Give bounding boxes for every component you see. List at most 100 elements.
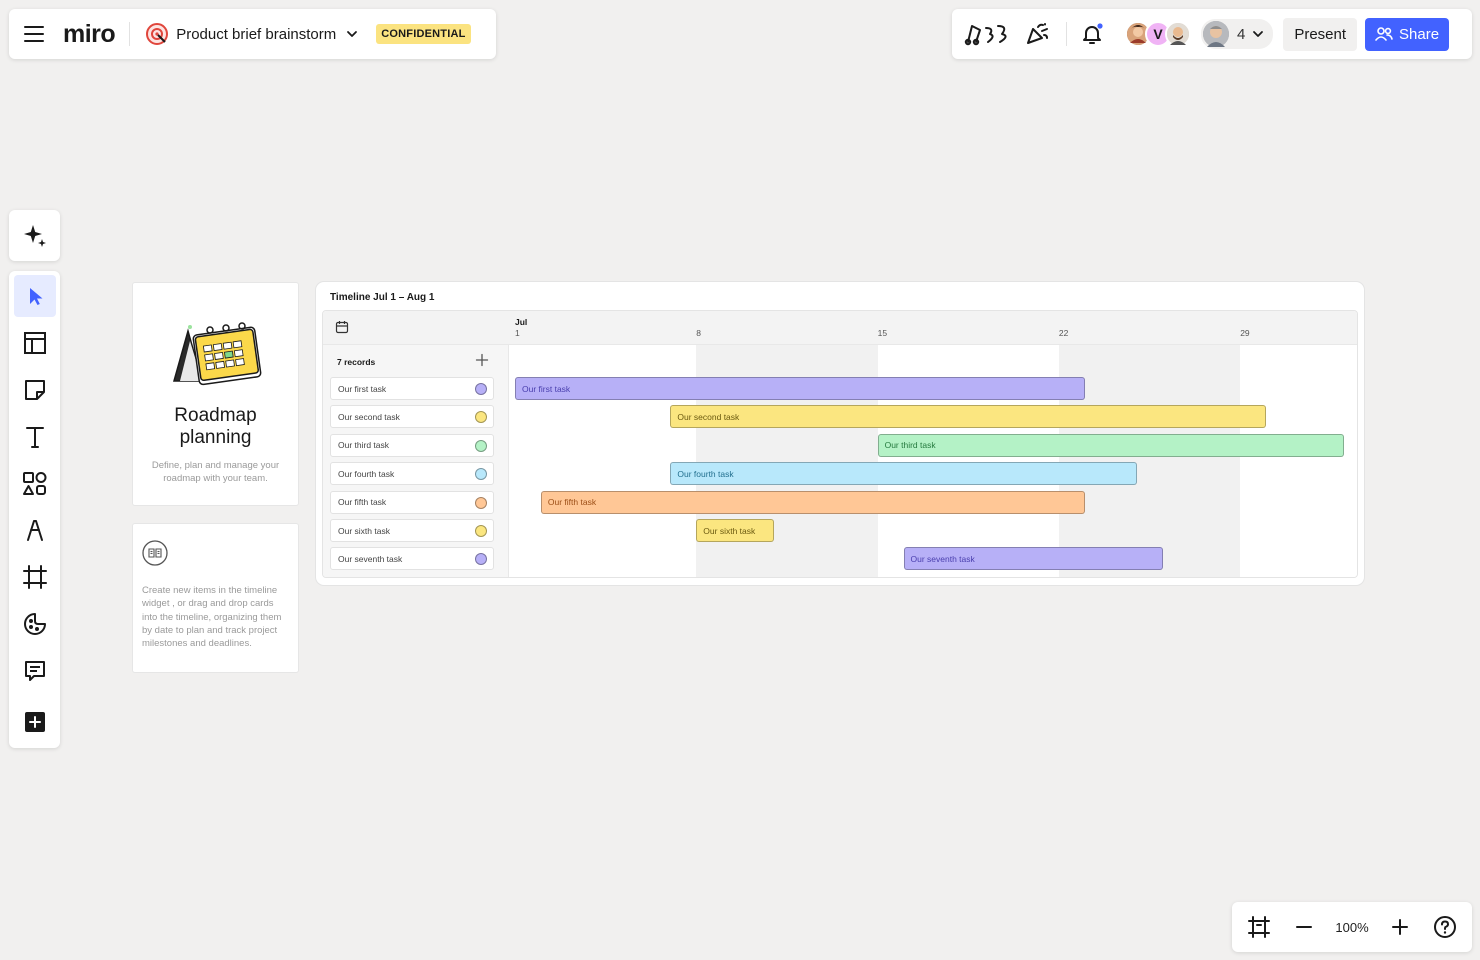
task-bar[interactable]: Our sixth task bbox=[696, 519, 774, 542]
collaborator-count: 4 bbox=[1237, 25, 1246, 43]
templates-tool[interactable] bbox=[14, 322, 56, 364]
record-row[interactable]: Our second task bbox=[330, 405, 494, 429]
hamburger-menu-icon[interactable] bbox=[21, 21, 47, 47]
text-tool[interactable] bbox=[14, 416, 56, 458]
month-label: Jul bbox=[515, 317, 528, 327]
color-dot[interactable] bbox=[475, 553, 487, 566]
users-icon bbox=[1375, 27, 1393, 41]
avatar[interactable] bbox=[1165, 21, 1191, 47]
book-icon bbox=[142, 540, 168, 566]
timeline-grid[interactable]: Jul 1 8 15 22 29 7 records Our first task Our… bbox=[322, 310, 1358, 578]
confidential-badge[interactable]: CONFIDENTIAL bbox=[376, 24, 471, 44]
add-record-icon[interactable] bbox=[475, 353, 489, 367]
stickers-tool[interactable] bbox=[14, 603, 56, 645]
fit-frame-icon[interactable] bbox=[1246, 914, 1272, 940]
more-tools[interactable] bbox=[14, 701, 56, 743]
record-row[interactable]: Our fourth task bbox=[330, 462, 494, 486]
collaborator-avatars[interactable]: V bbox=[1125, 21, 1191, 47]
date-tick: 15 bbox=[877, 328, 888, 338]
hint-text: Create new items in the timeline widget … bbox=[142, 585, 282, 650]
sticky-note-tool[interactable] bbox=[14, 369, 56, 411]
frame-tool[interactable] bbox=[14, 556, 56, 598]
ai-assist-button[interactable] bbox=[9, 210, 60, 261]
color-dot[interactable] bbox=[475, 525, 487, 537]
comment-tool[interactable] bbox=[14, 650, 56, 692]
task-bar[interactable]: Our second task bbox=[670, 405, 1267, 429]
date-tick: 29 bbox=[1240, 328, 1250, 338]
zoom-in-icon[interactable] bbox=[1387, 914, 1413, 940]
task-bar[interactable]: Our seventh task bbox=[903, 547, 1163, 571]
calendar-icon[interactable] bbox=[335, 320, 349, 334]
record-row[interactable]: Our sixth task bbox=[330, 519, 494, 542]
emoji-icon bbox=[23, 613, 46, 636]
record-row[interactable]: Our seventh task bbox=[330, 547, 494, 571]
board-icon bbox=[144, 21, 170, 47]
record-count: 7 records bbox=[337, 357, 376, 367]
card-description: Define, plan and manage your roadmap wit… bbox=[151, 460, 280, 484]
sticky-note-icon bbox=[24, 379, 45, 400]
chevron-down-icon bbox=[1251, 27, 1265, 41]
record-row[interactable]: Our first task bbox=[330, 377, 494, 400]
hint-card[interactable]: Create new items in the timeline widget … bbox=[133, 524, 298, 672]
share-label: Share bbox=[1399, 25, 1440, 43]
frame-icon bbox=[22, 565, 47, 590]
record-label: Our first task bbox=[338, 383, 387, 394]
color-dot[interactable] bbox=[475, 383, 487, 395]
roadmap-info-card[interactable]: Roadmap planning Define, plan and manage… bbox=[133, 283, 298, 505]
date-tick: 8 bbox=[696, 328, 702, 338]
chevron-down-icon[interactable] bbox=[342, 24, 362, 44]
timeline-widget[interactable]: Timeline Jul 1 – Aug 1 Jul 1 8 15 22 29 7 re… bbox=[316, 282, 1364, 585]
help-icon[interactable] bbox=[1432, 914, 1458, 940]
calendar-illustration-icon bbox=[172, 322, 261, 386]
zoom-level[interactable]: 100% bbox=[1335, 920, 1368, 935]
color-dot[interactable] bbox=[475, 439, 487, 452]
timeline-header bbox=[323, 311, 1357, 345]
shapes-tool[interactable] bbox=[14, 463, 56, 505]
board-title[interactable]: Product brief brainstorm bbox=[176, 26, 336, 43]
color-dot[interactable] bbox=[475, 468, 487, 481]
record-label: Our seventh task bbox=[338, 553, 403, 564]
color-dot[interactable] bbox=[475, 411, 487, 424]
timeline-title: Timeline Jul 1 – Aug 1 bbox=[330, 292, 435, 303]
miro-logo[interactable]: miro bbox=[63, 20, 116, 49]
avatar bbox=[1203, 21, 1229, 47]
divider bbox=[129, 22, 131, 46]
color-dot[interactable] bbox=[475, 496, 487, 509]
card-heading: Roadmap planning bbox=[174, 405, 257, 448]
celebrate-icon[interactable] bbox=[1022, 19, 1052, 49]
board-header: miro Product brief brainstorm CONFIDENTI… bbox=[9, 9, 496, 59]
bell-icon[interactable] bbox=[1077, 19, 1107, 49]
date-tick: 1 bbox=[515, 328, 520, 338]
zoom-out-icon[interactable] bbox=[1291, 914, 1317, 940]
shapes-icon bbox=[22, 471, 46, 495]
comment-icon bbox=[24, 661, 45, 682]
record-label: Our third task bbox=[338, 440, 390, 451]
avatar-initial: V bbox=[1153, 26, 1163, 42]
record-label: Our sixth task bbox=[338, 525, 390, 536]
record-row[interactable]: Our third task bbox=[330, 433, 494, 457]
task-bar[interactable]: Our fifth task bbox=[540, 490, 1085, 514]
reactions-icon[interactable] bbox=[964, 19, 1012, 49]
collaboration-bar: V 4 Present Share bbox=[952, 9, 1472, 59]
record-label: Our fifth task bbox=[338, 497, 387, 508]
layout-icon bbox=[23, 331, 46, 354]
present-button[interactable]: Present bbox=[1283, 17, 1358, 51]
pen-tool[interactable] bbox=[14, 510, 56, 552]
week-column bbox=[1240, 345, 1357, 577]
pen-icon bbox=[26, 520, 43, 542]
collaborators-dropdown[interactable]: 4 bbox=[1201, 19, 1274, 49]
task-bar[interactable]: Our fourth task bbox=[670, 462, 1137, 486]
record-row[interactable]: Our fifth task bbox=[330, 490, 494, 514]
task-bar[interactable]: Our first task bbox=[515, 377, 1085, 400]
zoom-controls: 100% bbox=[1232, 902, 1472, 952]
creation-toolbar bbox=[9, 271, 60, 748]
cursor-icon bbox=[29, 287, 42, 305]
date-tick: 22 bbox=[1058, 328, 1069, 338]
task-bar[interactable]: Our third task bbox=[877, 433, 1344, 457]
sparkle-icon bbox=[22, 223, 48, 249]
select-tool[interactable] bbox=[13, 275, 56, 317]
record-label: Our second task bbox=[338, 411, 400, 422]
plus-square-icon bbox=[24, 712, 45, 733]
share-button[interactable]: Share bbox=[1365, 17, 1450, 51]
divider bbox=[1066, 22, 1067, 46]
